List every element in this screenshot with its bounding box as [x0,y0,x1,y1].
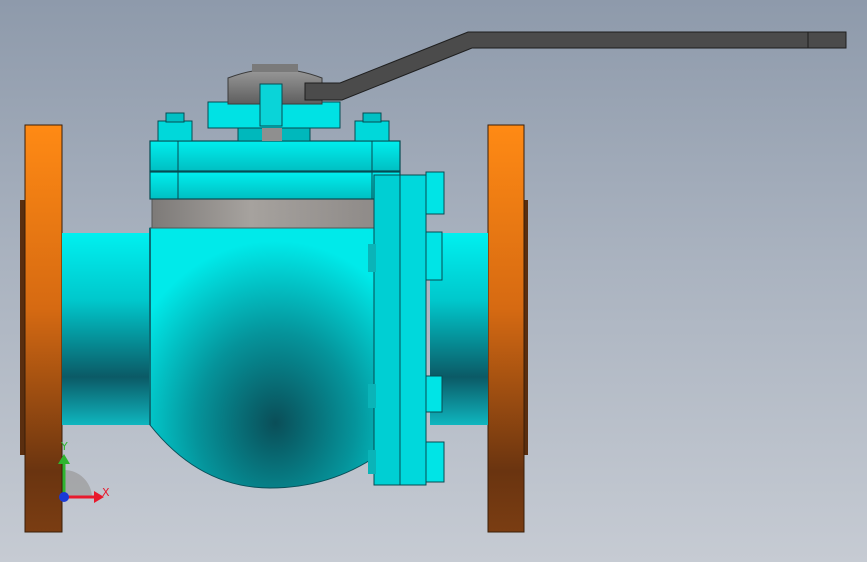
ball-valve-model[interactable] [0,0,867,562]
bonnet-neck [151,197,399,229]
view-triad [58,454,104,503]
left-pipe [62,233,152,425]
valve-body [149,227,379,489]
triad-y-label: Y [61,440,68,453]
triad-x-label: X [102,486,110,499]
left-flange [20,124,63,533]
bonnet-flange [149,140,401,200]
right-flange [487,124,528,533]
bonnet-bolt-right [354,112,390,142]
graphics-viewport[interactable]: Y X [0,0,867,562]
bonnet-bolt-left [157,112,193,142]
valve-handle[interactable] [304,31,847,101]
